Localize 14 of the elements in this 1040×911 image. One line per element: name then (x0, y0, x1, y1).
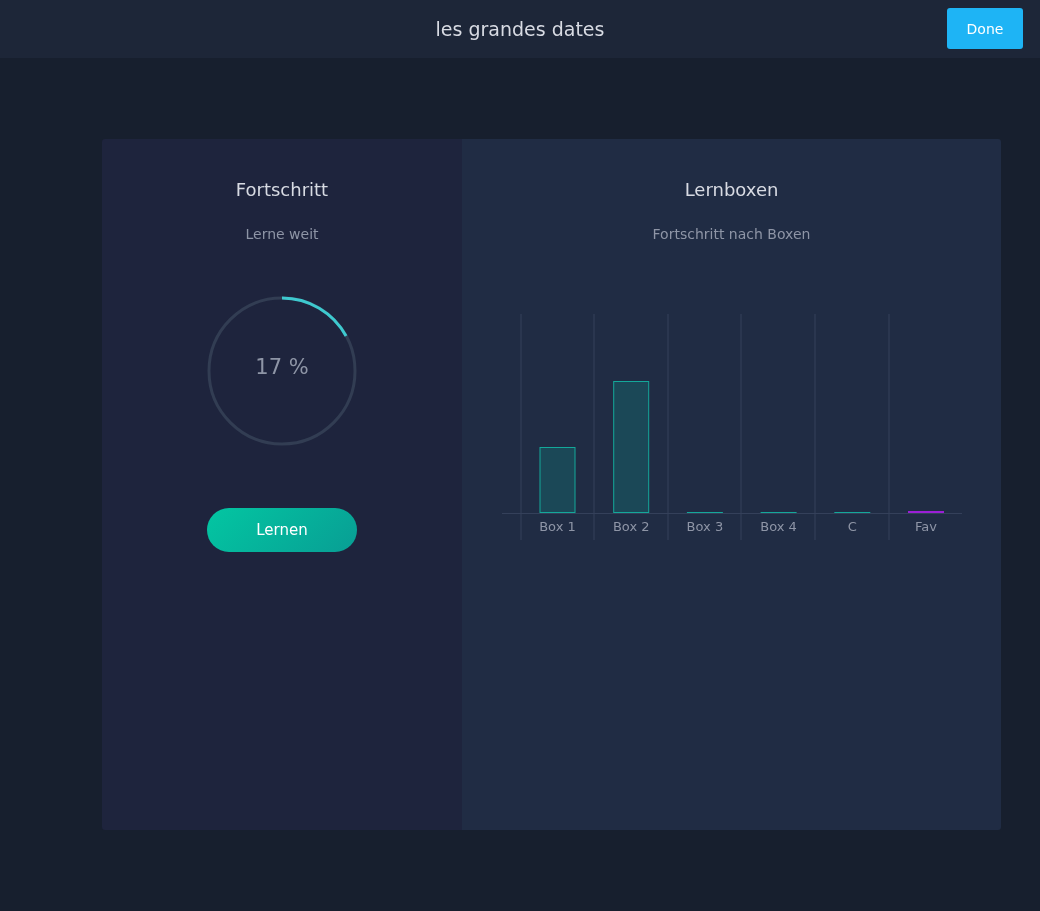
panel-title: Lernboxen (684, 179, 779, 200)
progress-percent: 17 % (254, 355, 310, 379)
panel-title: Fortschritt (235, 179, 329, 200)
done-button[interactable]: Done (947, 8, 1023, 49)
bar-label: Box 3 (686, 519, 724, 534)
bar-label: Box 4 (760, 519, 797, 534)
bar-label: Box 2 (612, 519, 650, 534)
panel-subtitle: Fortschritt nach Boxen (652, 226, 811, 242)
bar-label: C (847, 519, 857, 534)
deck-title: les grandes dates (435, 18, 605, 40)
panel-subtitle: Lerne weit (245, 226, 319, 242)
bar-label: Box 1 (539, 519, 576, 534)
bar-label: Fav (915, 519, 937, 534)
learn-button[interactable]: Lernen (207, 508, 357, 552)
